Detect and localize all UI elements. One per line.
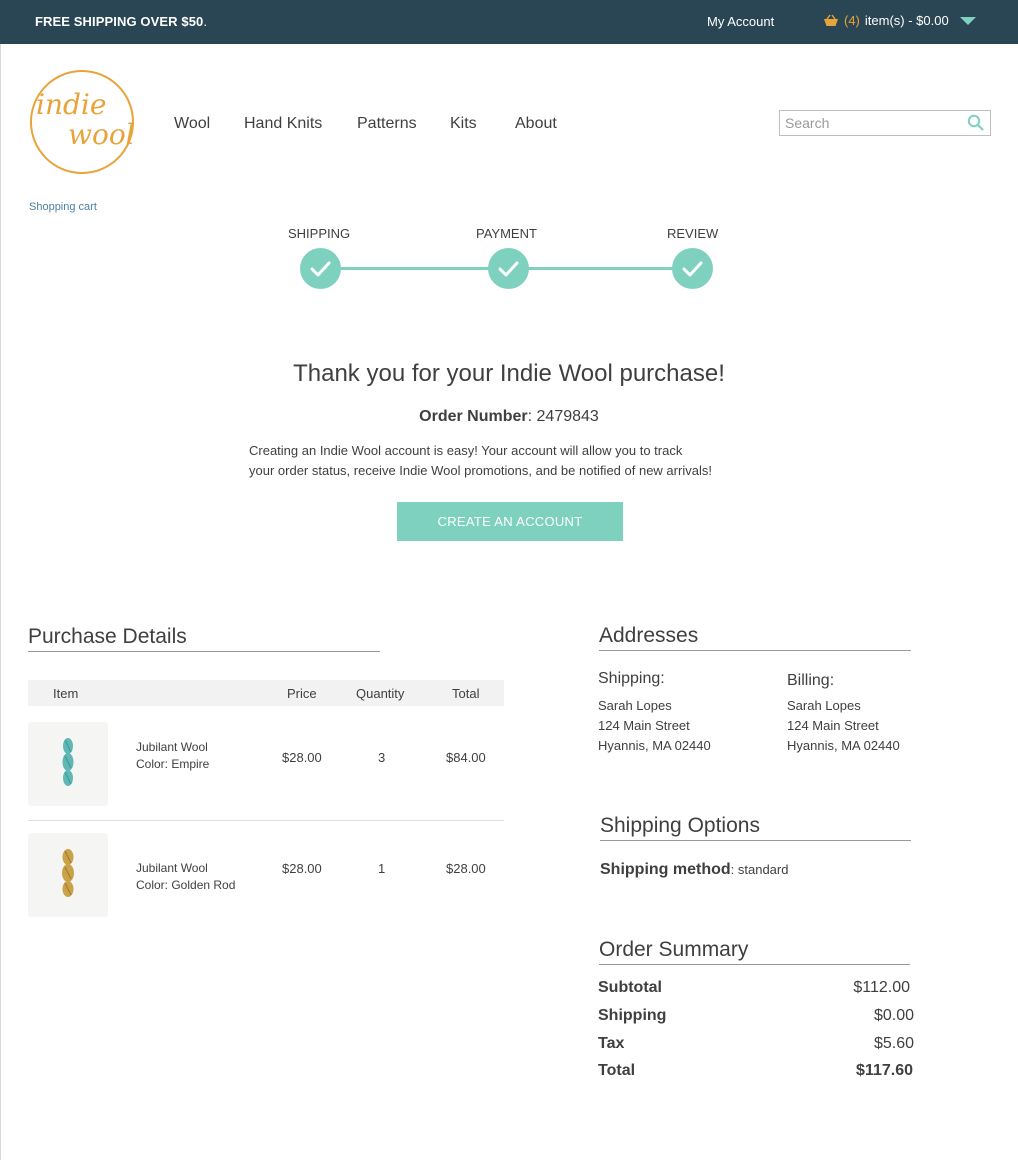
thank-you-heading: Thank you for your Indie Wool purchase! xyxy=(293,360,725,387)
shipping-address-label: Shipping: xyxy=(598,670,665,687)
yarn-thumbnail[interactable] xyxy=(28,833,108,917)
step-shipping-complete xyxy=(300,248,341,289)
item-name: Jubilant Wool Color: Golden Rod xyxy=(136,861,236,892)
check-icon xyxy=(310,261,331,277)
billing-address-label: Billing: xyxy=(787,672,835,689)
col-price: Price xyxy=(287,686,317,701)
row-divider xyxy=(28,820,504,821)
search-box xyxy=(779,110,991,136)
cart-summary[interactable]: (4) item(s) - $0.00 xyxy=(823,13,976,28)
col-item: Item xyxy=(53,686,79,701)
step-payment-complete xyxy=(488,248,529,289)
table-row: Jubilant Wool Color: Golden Rod $28.00 1… xyxy=(28,833,504,933)
page-edge xyxy=(0,44,1,1160)
step-review-complete xyxy=(672,248,713,289)
purchase-details-heading: Purchase Details xyxy=(28,625,380,652)
purchase-table-header: Item Price Quantity Total xyxy=(28,680,504,706)
col-quantity: Quantity xyxy=(356,686,405,701)
step-label-review: REVIEW xyxy=(667,226,719,241)
item-price: $28.00 xyxy=(282,750,322,765)
nav-wool[interactable]: Wool xyxy=(174,115,210,133)
check-icon xyxy=(682,261,703,277)
cart-total: item(s) - $0.00 xyxy=(864,13,949,28)
indie-wool-logo[interactable]: indie wool xyxy=(30,70,135,174)
create-account-button[interactable]: CREATE AN ACCOUNT xyxy=(397,502,623,541)
step-label-payment: PAYMENT xyxy=(476,226,537,241)
item-quantity: 3 xyxy=(378,750,386,765)
col-total: Total xyxy=(452,686,480,701)
item-total: $84.00 xyxy=(446,750,486,765)
step-label-shipping: SHIPPING xyxy=(288,226,351,241)
free-shipping-banner: FREE SHIPPING OVER $50. xyxy=(35,14,208,29)
billing-address: Sarah Lopes 124 Main Street Hyannis, MA … xyxy=(787,698,900,753)
chevron-down-icon[interactable] xyxy=(959,17,976,25)
cart-count: (4) xyxy=(844,13,860,28)
search-input[interactable] xyxy=(785,114,960,132)
order-number: Order Number: 2479843 xyxy=(419,408,599,425)
table-row: Jubilant Wool Color: Empire $28.00 3 $84… xyxy=(28,722,504,822)
yarn-thumbnail[interactable] xyxy=(28,722,108,806)
step-connector xyxy=(528,267,674,270)
account-message: Creating an Indie Wool account is easy! … xyxy=(249,443,712,478)
nav-kits[interactable]: Kits xyxy=(450,115,477,133)
yarn-skein-icon xyxy=(62,849,74,897)
shipping-options-heading: Shipping Options xyxy=(600,814,911,841)
yarn-skein-icon xyxy=(62,738,74,786)
nav-hand-knits[interactable]: Hand Knits xyxy=(244,115,322,133)
addresses-heading: Addresses xyxy=(599,624,911,651)
item-total: $28.00 xyxy=(446,861,486,876)
my-account-link[interactable]: My Account xyxy=(707,14,774,29)
step-connector xyxy=(340,267,490,270)
search-icon[interactable] xyxy=(967,114,984,136)
breadcrumb-shopping-cart[interactable]: Shopping cart xyxy=(29,201,97,213)
shipping-address: Sarah Lopes 124 Main Street Hyannis, MA … xyxy=(598,698,711,753)
order-summary-heading: Order Summary xyxy=(599,938,910,965)
check-icon xyxy=(498,261,519,277)
item-name: Jubilant Wool Color: Empire xyxy=(136,740,210,771)
nav-patterns[interactable]: Patterns xyxy=(357,115,417,133)
item-price: $28.00 xyxy=(282,861,322,876)
top-bar: FREE SHIPPING OVER $50. My Account (4) i… xyxy=(0,0,1018,44)
nav-about[interactable]: About xyxy=(515,115,557,133)
item-quantity: 1 xyxy=(378,861,386,876)
shipping-method: Shipping method: standard xyxy=(600,861,789,878)
basket-icon xyxy=(823,14,839,28)
